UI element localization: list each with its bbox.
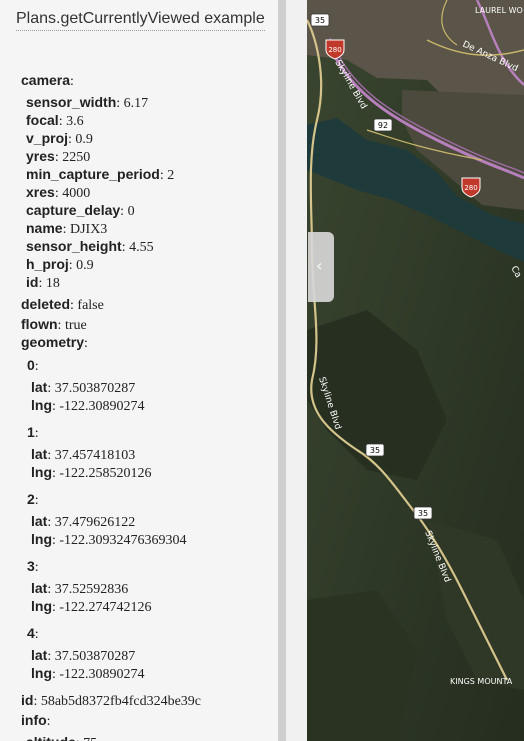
camera-field: capture_delay: 0 [26,202,135,219]
svg-text:35: 35 [315,16,325,25]
map-label-laurelwood: LAUREL WO [475,6,523,15]
camera-key-row: camera: [21,72,74,89]
geometry-key-row: geometry: [21,334,88,351]
camera-field: sensor_height: 4.55 [26,238,154,255]
point-lat-row: lat: 37.503870287 [31,379,136,396]
info-field: altitude: 75 [21,733,201,741]
camera-field: yres: 2250 [26,148,91,165]
point-lng-row: lng: -122.258520126 [31,464,152,481]
field-value: 18 [45,276,60,291]
collapse-panel-button[interactable]: ‹ [308,232,334,302]
field-value: 2250 [62,150,91,165]
field-value: 2 [167,168,175,183]
point-lng-row: lng: -122.30890274 [31,397,145,414]
key-info: info [21,712,47,728]
geometry-point-index: 0: [27,357,39,374]
key-camera: camera [21,72,71,88]
route-35-shield: 35 [310,13,330,27]
field-value: DJIX3 [69,222,108,237]
camera-field: focal: 3.6 [26,112,84,129]
route-92-shield: 92 [373,118,393,132]
camera-field: name: DJIX3 [26,220,108,237]
field-value: 0.9 [75,132,93,147]
info-key-row: info: [21,712,51,729]
geometry-point-index: 4: [27,625,39,642]
field-value: 0.9 [76,258,94,273]
camera-field: min_capture_period: 2 [26,166,175,183]
point-lng-row: lng: -122.274742126 [31,598,152,615]
point-lat-row: lat: 37.479626122 [31,513,136,530]
point-lat-row: lat: 37.52592836 [31,580,129,597]
svg-text:35: 35 [370,446,380,455]
svg-text:35: 35 [418,509,428,518]
geometry-point-index: 2: [27,491,39,508]
svg-text:280: 280 [464,184,477,192]
field-value: 4000 [62,186,91,201]
panel-gutter [286,0,307,741]
field-value: 6.17 [123,96,149,111]
point-lng-row: lng: -122.30932476369304 [31,531,187,548]
deleted-row: deleted: false [21,296,104,313]
key-geometry: geometry [21,334,85,350]
map-canvas: LAUREL WO De Anza Blvd Skyline Blvd Skyl… [307,0,524,741]
camera-field: sensor_width: 6.17 [26,94,149,111]
field-value: 4.55 [129,240,154,255]
point-lat-row: lat: 37.457418103 [31,446,136,463]
field-value: 0 [127,204,135,219]
camera-field: v_proj: 0.9 [26,130,93,147]
camera-field: id: 18 [26,274,60,291]
field-value: 3.6 [66,114,84,129]
point-lat-row: lat: 37.503870287 [31,647,136,664]
satellite-map[interactable]: LAUREL WO De Anza Blvd Skyline Blvd Skyl… [307,0,524,741]
point-lng-row: lng: -122.30890274 [31,665,145,682]
route-35-shield: 35 [413,506,433,520]
plan-details-panel: Plans.getCurrentlyViewed example camera:… [0,0,278,741]
geometry-point-index: 1: [27,424,39,441]
chevron-left-icon: ‹ [316,256,323,275]
plan-tree: camera: sensor_width: 6.17 focal: 3.6 v_… [21,71,201,741]
route-35-shield: 35 [365,443,385,457]
svg-text:280: 280 [328,46,341,54]
svg-text:92: 92 [378,121,388,130]
panel-title: Plans.getCurrentlyViewed example [16,8,265,31]
geometry-point-index: 3: [27,558,39,575]
camera-field: xres: 4000 [26,184,91,201]
camera-field: h_proj: 0.9 [26,256,94,273]
panel-scrollbar[interactable] [278,0,286,741]
map-label-kings-mountain: KINGS MOUNTA [450,677,513,686]
flown-row: flown: true [21,316,87,333]
plan-id-row: id: 58ab5d8372fb4fcd324be39c [21,692,202,709]
